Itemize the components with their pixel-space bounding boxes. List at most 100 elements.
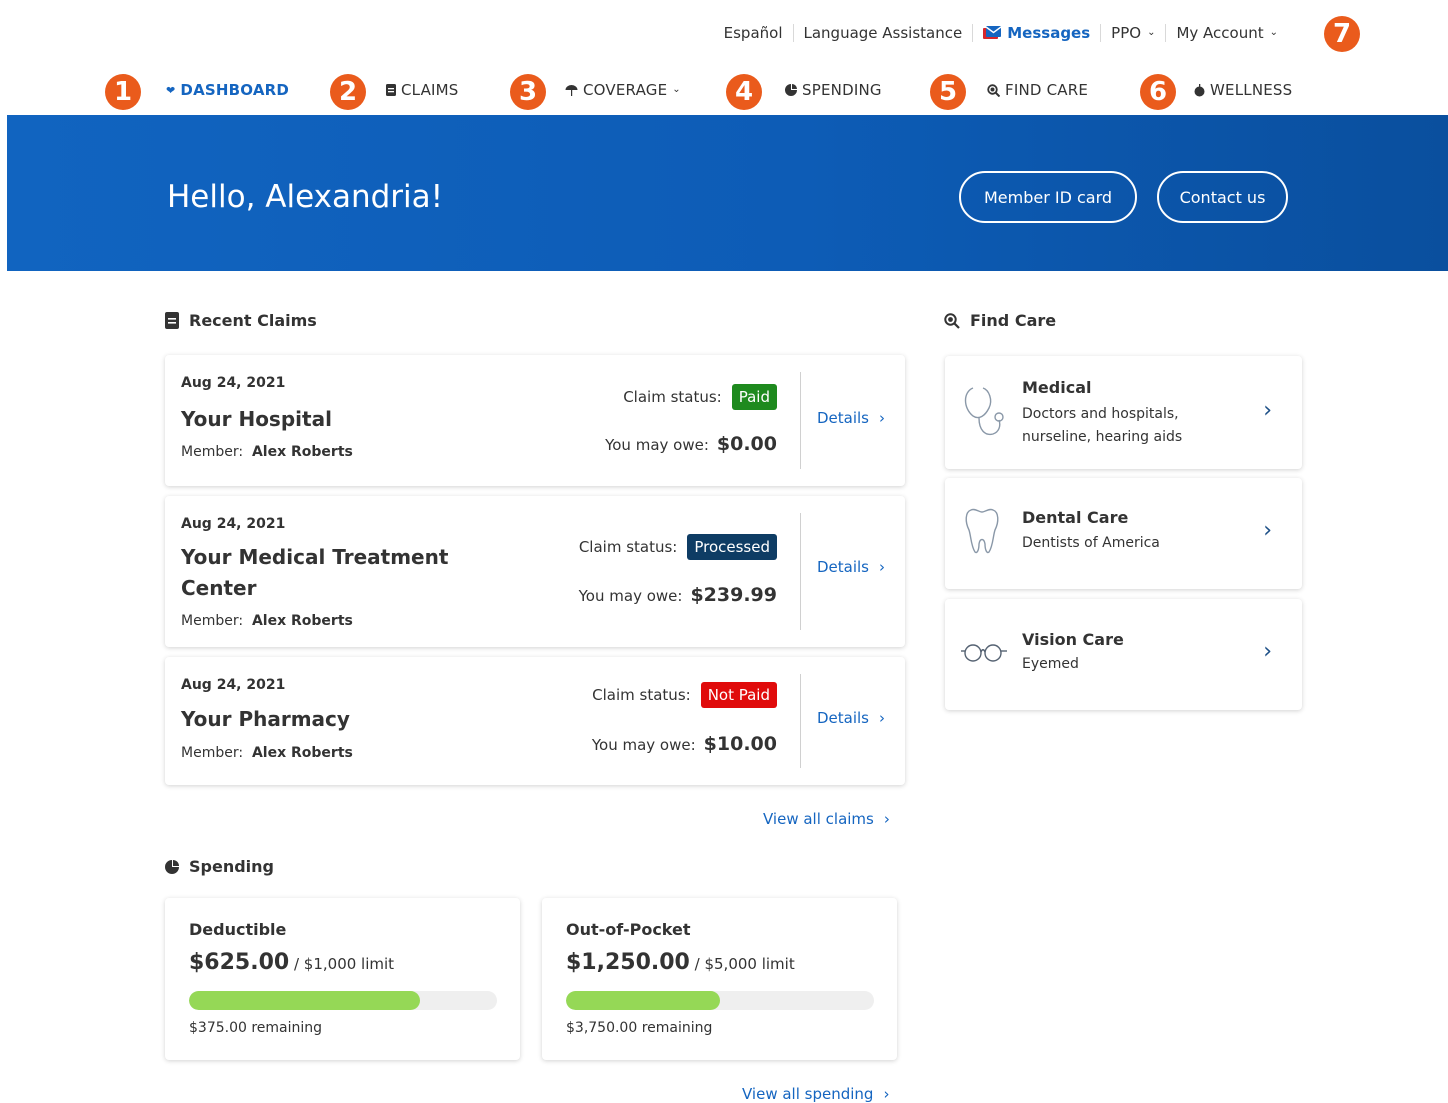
spend-remaining: $3,750.00 remaining (566, 1020, 713, 1036)
chevron-right-icon: › (1263, 639, 1272, 664)
care-card-dental[interactable]: Dental Care Dentists of America › (945, 478, 1302, 589)
claim-owe-row: You may owe: $0.00 (605, 433, 777, 455)
plan-dropdown[interactable]: PPO ⌄ (1100, 24, 1165, 42)
spend-remaining: $375.00 remaining (189, 1020, 323, 1036)
umbrella-icon (565, 84, 578, 96)
care-desc: Doctors and hospitals, nurseline, hearin… (1022, 406, 1183, 445)
member-name: Alex Roberts (251, 613, 353, 629)
claim-provider: Your Pharmacy (181, 707, 350, 731)
claim-details-link[interactable]: Details › (817, 709, 885, 727)
spend-value: $1,250.00 / $5,000 limit (566, 950, 795, 975)
chevron-down-icon: ⌄ (1147, 26, 1156, 38)
status-badge: Paid (731, 384, 777, 410)
member-label: Member: (181, 444, 244, 460)
chevron-right-icon: › (1263, 398, 1272, 423)
search-icon (944, 312, 960, 329)
espanol-link[interactable]: Español (714, 24, 793, 42)
tooth-icon (965, 508, 999, 554)
view-all-spending-link[interactable]: View all spending › (742, 1085, 889, 1103)
progress-track (189, 991, 497, 1010)
details-label: Details (817, 709, 870, 727)
plan-label: PPO (1111, 24, 1142, 42)
my-account-label: My Account (1176, 24, 1264, 42)
claim-status-label: Claim status: (592, 686, 691, 704)
claim-details-link[interactable]: Details › (817, 409, 885, 427)
card-divider (800, 372, 801, 469)
claim-member: Member: Alex Roberts (181, 444, 353, 460)
nav-dashboard[interactable]: ❤ DASHBOARD (166, 81, 289, 99)
claim-status-label: Claim status: (578, 538, 678, 556)
nav-wellness-label: WELLNESS (1210, 81, 1293, 99)
owe-amount: $0.00 (716, 433, 777, 455)
claim-details-link[interactable]: Details › (817, 558, 885, 576)
care-desc: Dentists of America (1022, 535, 1160, 551)
find-care-heading: Find Care (944, 311, 1056, 330)
glasses-icon (961, 644, 1007, 662)
nav-find-care-label: FIND CARE (1005, 81, 1089, 99)
spend-amount: $1,250.00 (566, 950, 690, 975)
nav-coverage[interactable]: COVERAGE ⌄ (565, 81, 681, 99)
claim-status-row: Claim status: Processed (579, 534, 777, 560)
care-card-medical[interactable]: Medical Doctors and hospitals, nurseline… (945, 356, 1302, 469)
my-account-dropdown[interactable]: My Account ⌄ (1165, 24, 1288, 42)
language-assistance-link[interactable]: Language Assistance (792, 24, 973, 42)
chevron-right-icon: › (879, 558, 886, 576)
chevron-down-icon: ⌄ (1269, 26, 1278, 38)
claim-owe-row: You may owe: $239.99 (579, 584, 777, 606)
member-id-card-button[interactable]: Member ID card (959, 171, 1137, 223)
claim-owe-row: You may owe: $10.00 (592, 733, 777, 755)
chevron-right-icon: › (883, 1085, 890, 1103)
heart-icon: ❤ (166, 83, 176, 97)
care-card-vision[interactable]: Vision Care Eyemed › (945, 599, 1302, 710)
chevron-down-icon: ⌄ (672, 83, 681, 95)
spend-limit: / $5,000 limit (689, 955, 795, 973)
messages-label: Messages (1007, 24, 1091, 42)
claim-card: Aug 24, 2021 Your Medical Treatment Cent… (165, 496, 905, 647)
claim-provider: Your Medical Treatment Center (181, 545, 449, 600)
pie-chart-icon (785, 84, 797, 96)
claim-member: Member: Alex Roberts (181, 613, 353, 629)
nav-wellness[interactable]: WELLNESS (1194, 81, 1292, 99)
member-name: Alex Roberts (251, 444, 353, 460)
spending-heading: Spending (165, 857, 274, 876)
care-title: Dental Care (1022, 508, 1129, 527)
claim-date: Aug 24, 2021 (181, 516, 286, 532)
progress-track (566, 991, 874, 1010)
contact-us-button[interactable]: Contact us (1157, 171, 1288, 223)
member-name: Alex Roberts (251, 745, 353, 761)
view-all-claims-link[interactable]: View all claims › (763, 810, 890, 828)
claim-provider: Your Hospital (181, 407, 332, 431)
hero-banner: Hello, Alexandria! Member ID card Contac… (7, 115, 1448, 271)
progress-fill (566, 991, 720, 1010)
claim-date: Aug 24, 2021 (181, 375, 286, 391)
main-nav: ❤ DASHBOARD CLAIMS COVERAGE ⌄ SPENDING F… (0, 72, 1448, 112)
member-label: Member: (181, 613, 244, 629)
nav-claims[interactable]: CLAIMS (386, 81, 459, 99)
nav-find-care[interactable]: FIND CARE (987, 81, 1088, 99)
mail-icon (983, 26, 1002, 39)
apple-icon (1194, 83, 1205, 96)
details-label: Details (817, 558, 870, 576)
search-icon (987, 83, 1000, 97)
out-of-pocket-card: Out-of-Pocket $1,250.00 / $5,000 limit $… (542, 898, 897, 1060)
chevron-right-icon: › (879, 409, 886, 427)
nav-coverage-label: COVERAGE (583, 81, 668, 99)
messages-link[interactable]: Messages (972, 24, 1100, 42)
claim-member: Member: Alex Roberts (181, 745, 353, 761)
claim-date: Aug 24, 2021 (181, 677, 286, 693)
details-label: Details (817, 409, 870, 427)
claim-status-label: Claim status: (623, 388, 722, 406)
owe-label: You may owe: (578, 587, 683, 605)
owe-amount: $10.00 (703, 733, 777, 755)
chevron-right-icon: › (1263, 518, 1272, 543)
deductible-card: Deductible $625.00 / $1,000 limit $375.0… (165, 898, 520, 1060)
document-icon (386, 84, 396, 96)
claim-card: Aug 24, 2021 Your Hospital Member: Alex … (165, 355, 905, 486)
claim-status-row: Claim status: Not Paid (592, 682, 777, 708)
nav-spending[interactable]: SPENDING (785, 81, 882, 99)
view-all-spending-label: View all spending (742, 1085, 874, 1103)
claim-status-row: Claim status: Paid (623, 384, 777, 410)
progress-fill (189, 991, 420, 1010)
utility-nav: Español Language Assistance Messages PPO… (714, 20, 1288, 46)
stethoscope-icon (964, 387, 1004, 436)
